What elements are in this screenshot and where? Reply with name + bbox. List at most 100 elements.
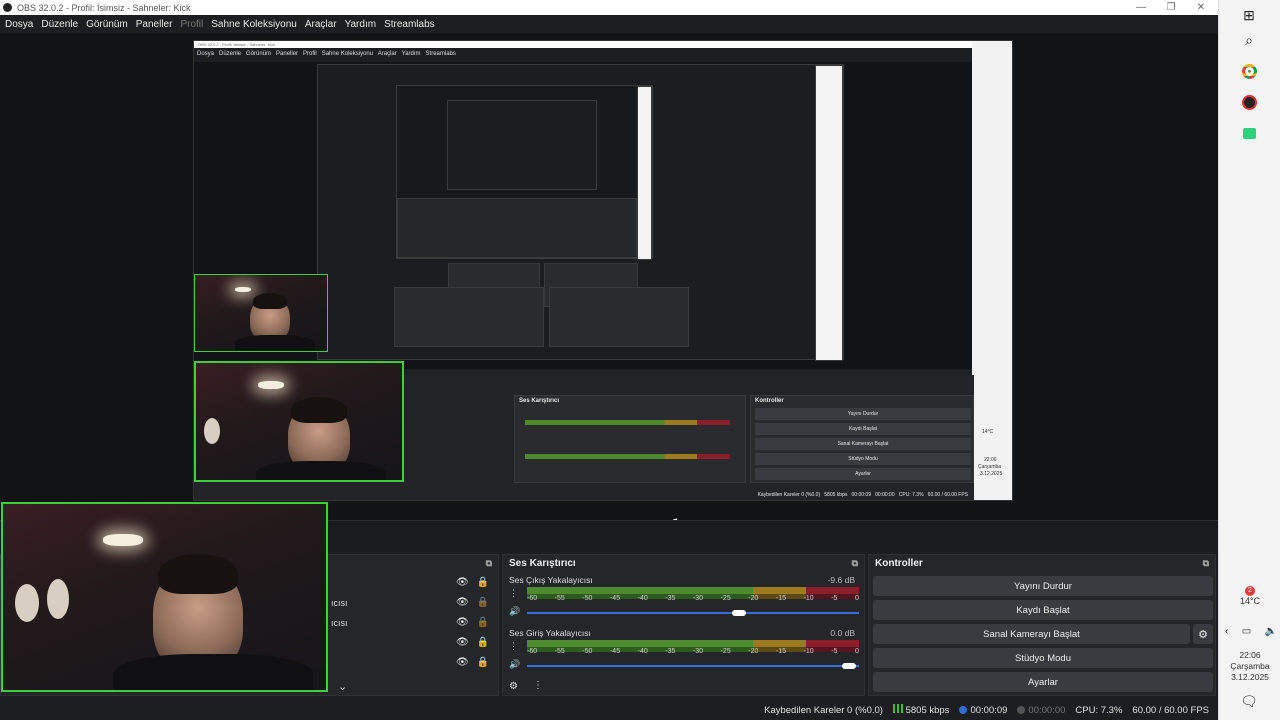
start-recording-button[interactable]: Kaydı Başlat [873,600,1213,620]
eye-icon[interactable]: 👁 [456,577,469,588]
nested-screen-capture: OBS 32.0.2 - Profil: İsimsiz - Sahneler:… [193,40,1013,501]
chevron-down-icon[interactable]: ⌄ [338,680,347,693]
audio-channel-mic: Ses Giriş Yakalayıcısı 0.0 dB ⋮ -60 -55 -5… [509,628,859,678]
audio-mixer-title: Ses Karıştırıcı [509,557,576,569]
menu-tools[interactable]: Araçlar [305,19,337,30]
network-icon[interactable]: ▭ [1242,626,1251,637]
volume-meter [527,587,859,594]
float-panel-icon[interactable]: ⧉ [852,558,858,569]
nested-settings-button: Ayarlar [755,468,971,480]
nested-weather: 14°C [982,429,994,435]
cpu-usage: CPU: 7.3% [1075,704,1123,716]
menu-edit[interactable]: Düzenle [41,19,78,30]
menu-docks[interactable]: Paneller [136,19,173,30]
clock-time: 22:06 [1239,650,1261,660]
mixer-menu-icon[interactable]: ⋮ [533,680,543,691]
eye-icon[interactable]: 👁 [456,637,469,648]
nested-taskbar: 14°C 22:06 Çarşamba 3.12.2025 [972,41,1012,500]
speaker-icon[interactable]: 🔊 [509,606,520,617]
audio-mixer-panel: Ses Karıştırıcı ⧉ Ses Çıkış Yakalayıcısı… [502,554,865,696]
menu-streamlabs[interactable]: Streamlabs [384,19,435,30]
float-panel-icon[interactable]: ⧉ [486,558,492,569]
eye-icon[interactable]: 👁 [456,617,469,628]
audio-channel-desktop: Ses Çıkış Yakalayıcısı -9.6 dB ⋮ -60 -55-… [509,575,859,625]
menu-scene-collection[interactable]: Sahne Koleksiyonu [211,19,297,30]
nested-preview [194,62,974,369]
volume-meter [527,640,859,647]
title-bar: OBS 32.0.2 - Profil: İsimsiz - Sahneler:… [0,0,1218,15]
volume-slider[interactable] [527,663,859,669]
menu-file[interactable]: Dosya [5,19,33,30]
nested-webcam-level1 [194,274,328,352]
fps-indicator: 60.00 / 60.00 FPS [1132,704,1209,716]
lock-icon[interactable]: 🔒 [477,637,489,648]
source-name[interactable]: ıcısı [331,618,348,628]
menu-profile: Profil [180,18,204,30]
nested-mixer-title: Ses Karıştırıcı [519,398,560,404]
nested-status-bar: Kaybedilen Kareler 0 (%0.0) 5805 kbps 00… [757,492,968,498]
status-bar: Kaybedilen Kareler 0 (%0.0) 5805 kbps 00… [0,700,1218,720]
chrome-icon[interactable] [1240,62,1258,80]
channel-name: Ses Giriş Yakalayıcısı [509,628,591,638]
volume-slider-knob[interactable] [732,610,747,616]
speaker-icon[interactable]: 🔊 [509,659,520,670]
channel-name: Ses Çıkış Yakalayıcısı [509,575,593,585]
restore-button[interactable]: ❐ [1156,0,1186,15]
app-taskbar-icon[interactable] [1240,124,1258,142]
windows-taskbar: ⊞ ⌕ 2 14°C ‹ ▭ 🔈 22:06 Çarşamba 3.12.202… [1218,0,1280,720]
eye-icon[interactable]: 👁 [456,597,469,608]
stop-streaming-button[interactable]: Yayını Durdur [873,576,1213,596]
more-icon[interactable]: ⋮ [509,641,518,652]
clock-day: Çarşamba [1230,661,1270,671]
more-icon[interactable]: ⋮ [509,588,518,599]
menu-view[interactable]: Görünüm [86,19,128,30]
nested-preview-level3 [396,85,653,260]
nested-stop-stream-button: Yayını Durdur [755,408,971,420]
channel-db: 0.0 dB [830,628,855,638]
lock-icon[interactable]: 🔒 [477,597,489,608]
menu-help[interactable]: Yardım [345,19,377,30]
lock-icon[interactable]: 🔒 [477,617,489,628]
nested-preview-level4 [447,100,597,190]
obs-taskbar-icon[interactable] [1240,93,1258,111]
channel-db: -9.6 dB [827,575,855,585]
nested-day: Çarşamba [978,464,1002,470]
lock-icon[interactable]: 🔒 [477,657,489,668]
recording-timer: 00:00:00 [1017,705,1065,716]
bitrate-indicator: 5805 kbps [892,704,949,716]
nested-studio-mode-button: Stüdyo Modu [755,453,971,465]
nested-menu-text: Dosya Düzenle Görünüm Paneller Profil Sa… [197,51,456,57]
chevron-left-icon[interactable]: ‹ [1225,626,1228,637]
eye-icon[interactable]: 👁 [456,657,469,668]
windows-start-icon[interactable]: ⊞ [1240,6,1258,24]
nested-mixer-level1 [394,287,544,347]
gear-icon[interactable]: ⚙ [1193,624,1213,644]
nested-date: 3.12.2025 [980,471,1003,477]
settings-button[interactable]: Ayarlar [873,672,1213,692]
volume-slider[interactable] [527,610,859,616]
obs-app-icon [3,3,12,12]
search-icon[interactable]: ⌕ [1240,31,1258,49]
nested-taskbar-level3 [637,86,652,260]
nested-virtual-camera-button: Sanal Kamerayı Başlat [755,438,971,450]
mixer-settings-icon[interactable]: ⚙ [509,681,518,692]
studio-mode-button[interactable]: Stüdyo Modu [873,648,1213,668]
lock-icon[interactable]: 🔒 [477,577,489,588]
volume-icon[interactable]: 🔈 [1265,626,1277,637]
program-preview[interactable]: OBS 32.0.2 - Profil: İsimsiz - Sahneler:… [0,33,1218,532]
nested-controls-level1 [549,287,689,347]
dropped-frames: Kaybedilen Kareler 0 (%0.0) [764,704,883,716]
window-title: OBS 32.0.2 - Profil: İsimsiz - Sahneler:… [17,2,191,13]
float-panel-icon[interactable]: ⧉ [1203,558,1209,569]
minimize-button[interactable]: — [1126,0,1156,15]
clock-date: 3.12.2025 [1231,672,1269,682]
clock[interactable]: 22:06 Çarşamba 3.12.2025 [1219,650,1280,683]
close-button[interactable]: ✕ [1186,0,1216,15]
volume-slider-knob[interactable] [842,663,857,669]
weather-widget[interactable]: 2 14°C [1219,584,1280,606]
nested-title-bar: OBS 32.0.2 - Profil: İsimsiz - Sahneler:… [194,41,1012,48]
source-name[interactable]: ıcısı [331,598,348,608]
nested-time: 22:06 [984,457,997,463]
notification-icon[interactable]: 🗨 [1240,692,1258,710]
start-virtual-camera-button[interactable]: Sanal Kamerayı Başlat [873,624,1190,644]
